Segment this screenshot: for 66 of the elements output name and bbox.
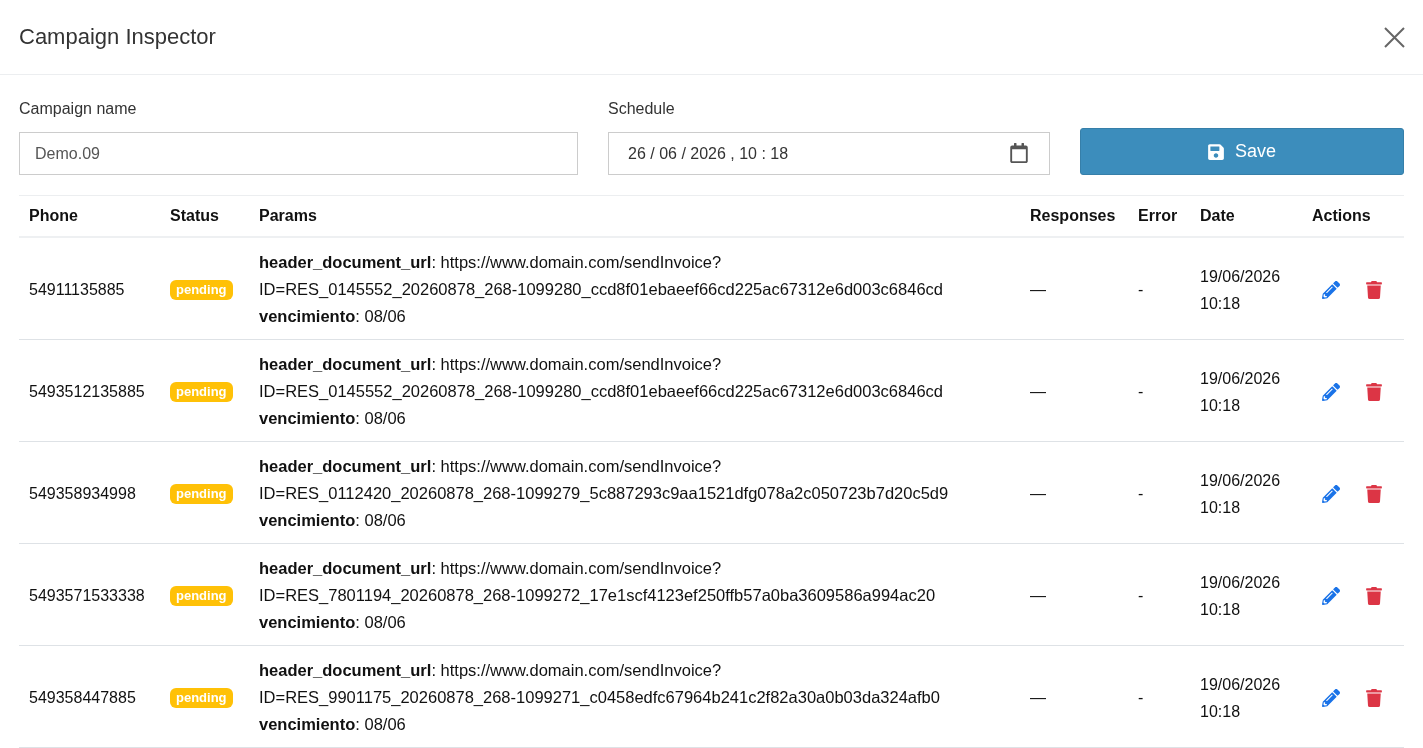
error-value: - bbox=[1138, 280, 1144, 300]
edit-button[interactable] bbox=[1322, 586, 1340, 605]
trash-icon bbox=[1366, 280, 1382, 299]
status-badge: pending bbox=[170, 381, 233, 402]
phone-number: 549358934998 bbox=[29, 484, 136, 504]
date-time: 19/06/2026 10:18 bbox=[1200, 266, 1281, 314]
params-text: header_document_url: https://www.domain.com/sendInvoice? ID=RES_9901175_20260878_268-1099271_c0458edfc67964b241c2f82a30a0b03da324afb0 vencimiento: 08/06 bbox=[259, 660, 940, 735]
delete-button[interactable] bbox=[1366, 484, 1382, 503]
calendar-icon[interactable] bbox=[1010, 143, 1028, 163]
column-header: Phone bbox=[28, 207, 79, 225]
delete-button[interactable] bbox=[1366, 382, 1382, 401]
edit-button[interactable] bbox=[1322, 382, 1340, 401]
params-text: header_document_url: https://www.domain.com/sendInvoice? ID=RES_0145552_20260878_268-1099280_ccd8f01ebaeef66cd225ac67312e6d003c6846cd vencimiento: 08/06 bbox=[259, 252, 943, 327]
responses-value: — bbox=[1030, 688, 1046, 708]
pencil-icon bbox=[1322, 280, 1340, 299]
responses-value: — bbox=[1030, 280, 1046, 300]
pencil-icon bbox=[1322, 484, 1340, 503]
error-value: - bbox=[1138, 382, 1144, 402]
params-text: header_document_url: https://www.domain.com/sendInvoice? ID=RES_0145552_20260878_268-1099280_ccd8f01ebaeef66cd225ac67312e6d003c6846cd vencimiento: 08/06 bbox=[259, 354, 943, 429]
dialog-title: Campaign Inspector bbox=[19, 24, 216, 50]
date-time: 19/06/2026 10:18 bbox=[1200, 572, 1281, 620]
status-badge: pending bbox=[170, 687, 233, 708]
campaign-name-input[interactable]: Demo.09 bbox=[19, 132, 578, 175]
delete-button[interactable] bbox=[1366, 280, 1382, 299]
responses-value: — bbox=[1030, 382, 1046, 402]
edit-button[interactable] bbox=[1322, 280, 1340, 299]
column-header: Params bbox=[258, 207, 318, 225]
error-value: - bbox=[1138, 484, 1144, 504]
close-icon bbox=[1384, 26, 1405, 48]
trash-icon bbox=[1366, 688, 1382, 707]
column-header: Status bbox=[169, 207, 220, 225]
column-header: Actions bbox=[1311, 207, 1372, 225]
date-time-input[interactable]: 26 / 06 / 2026 , 10 : 18 bbox=[608, 132, 1050, 175]
column-header: Responses bbox=[1029, 207, 1117, 225]
phone-number: 54911135885 bbox=[29, 280, 125, 300]
field-label: Campaign name bbox=[19, 99, 138, 119]
pencil-icon bbox=[1322, 688, 1340, 707]
trash-icon bbox=[1366, 484, 1382, 503]
edit-button[interactable] bbox=[1322, 484, 1340, 503]
edit-button[interactable] bbox=[1322, 688, 1340, 707]
pencil-icon bbox=[1322, 586, 1340, 605]
column-header: Error bbox=[1137, 207, 1179, 225]
field-label: Schedule bbox=[608, 99, 676, 119]
delete-button[interactable] bbox=[1366, 586, 1382, 605]
status-badge: pending bbox=[170, 585, 233, 606]
phone-number: 549358447885 bbox=[29, 688, 136, 708]
date-time: 19/06/2026 10:18 bbox=[1200, 674, 1281, 722]
trash-icon bbox=[1366, 382, 1382, 401]
status-badge: pending bbox=[170, 279, 233, 300]
params-text: header_document_url: https://www.domain.com/sendInvoice? ID=RES_0112420_20260878_268-1099279_5c887293c9aa1521dfg078a2c050723b7d20c5d9 vencimiento: 08/06 bbox=[259, 456, 949, 531]
params-text: header_document_url: https://www.domain.com/sendInvoice? ID=RES_7801194_20260878_268-1099272_17e1scf4123ef250ffb57a0ba3609586a994ac20 vencimiento: 08/06 bbox=[259, 558, 936, 633]
phone-number: 5493512135885 bbox=[29, 382, 145, 402]
close-button[interactable] bbox=[1384, 26, 1405, 48]
phone-number: 5493571533338 bbox=[29, 586, 145, 606]
pencil-icon bbox=[1322, 382, 1340, 401]
date-time: 19/06/2026 10:18 bbox=[1200, 470, 1281, 518]
responses-value: — bbox=[1030, 484, 1046, 504]
column-header: Date bbox=[1199, 207, 1236, 225]
responses-value: — bbox=[1030, 586, 1046, 606]
delete-button[interactable] bbox=[1366, 688, 1382, 707]
error-value: - bbox=[1138, 586, 1144, 606]
status-badge: pending bbox=[170, 483, 233, 504]
error-value: - bbox=[1138, 688, 1144, 708]
save-button[interactable]: Save bbox=[1080, 128, 1404, 175]
date-time: 19/06/2026 10:18 bbox=[1200, 368, 1281, 416]
trash-icon bbox=[1366, 586, 1382, 605]
